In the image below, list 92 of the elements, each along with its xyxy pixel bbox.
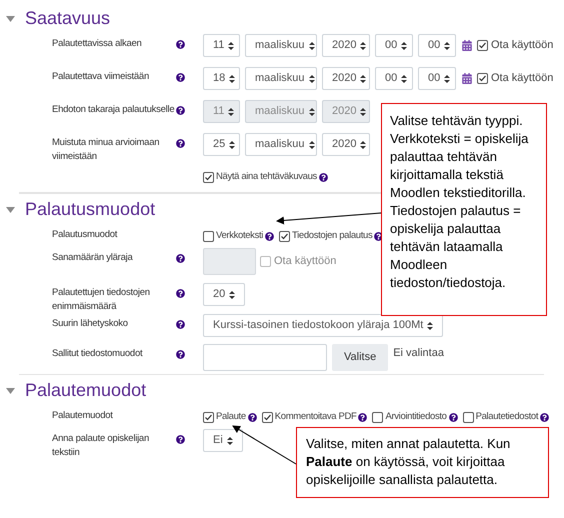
- caret-icon: [401, 42, 408, 50]
- help-icon[interactable]: [176, 435, 185, 444]
- callout-note: Valitse, miten annat palautetta. Kun Palaute on käytössä, voit kirjoittaa opiskelijoille sanallista palautetta.: [296, 427, 549, 498]
- collapse-caret-icon[interactable]: [6, 16, 15, 22]
- field-label: Palautemuodot: [52, 410, 113, 421]
- caret-icon: [228, 42, 234, 50]
- checkbox-label: Tiedostojen palautus: [292, 229, 372, 243]
- caret-icon: [308, 42, 315, 50]
- section-heading[interactable]: Saatavuus: [25, 5, 110, 32]
- dropdown[interactable]: 20: [203, 283, 246, 306]
- arrow: [232, 425, 296, 464]
- checkbox[interactable]: [372, 412, 384, 423]
- checkbox-label: Ota käyttöön: [491, 71, 554, 86]
- field-label: Palautettujen tiedostojen enimmäismäärä: [52, 287, 150, 312]
- help-icon[interactable]: [248, 412, 257, 422]
- caret-icon: [360, 140, 366, 148]
- help-icon[interactable]: [176, 289, 185, 298]
- field-label: Muistuta minua arvioimaan viimeistään: [52, 137, 160, 162]
- collapse-caret-icon[interactable]: [6, 388, 15, 394]
- dropdown[interactable]: 00: [375, 67, 413, 90]
- calendar-icon[interactable]: [462, 40, 472, 51]
- caret-icon: [360, 42, 366, 50]
- checkbox[interactable]: [203, 412, 214, 423]
- caret-icon: [229, 290, 236, 298]
- help-icon[interactable]: [176, 73, 185, 82]
- checkbox-label: Arviointitiedosto: [385, 410, 447, 424]
- select-button[interactable]: Valitse: [332, 344, 388, 371]
- caret-icon: [427, 322, 434, 330]
- dropdown[interactable]: 00: [375, 34, 413, 57]
- dropdown[interactable]: 25: [203, 133, 240, 156]
- checkbox[interactable]: [203, 230, 214, 242]
- dropdown[interactable]: maaliskuu: [245, 34, 317, 57]
- section-heading[interactable]: Palautemuodot: [25, 377, 146, 404]
- checkbox[interactable]: [462, 412, 474, 423]
- help-icon[interactable]: [358, 412, 368, 422]
- caret-icon: [444, 42, 450, 50]
- checkbox-label: Palaute: [216, 410, 246, 424]
- dropdown[interactable]: maaliskuu: [245, 133, 317, 156]
- checkbox-label: Palautetiedostot: [476, 410, 538, 424]
- caret-icon: [308, 74, 315, 82]
- help-icon[interactable]: [176, 350, 185, 359]
- field-label: Anna palaute opiskelijan tekstiin: [52, 433, 149, 458]
- selection-note: Ei valintaa: [393, 346, 444, 361]
- field-label: Palautusmuodot: [52, 229, 118, 240]
- dropdown[interactable]: Ei: [203, 429, 243, 452]
- checkbox-label: Ota käyttöön: [491, 38, 554, 54]
- input-field[interactable]: [203, 344, 327, 371]
- help-icon[interactable]: [176, 139, 185, 148]
- help-icon[interactable]: [540, 412, 550, 422]
- field-label: Palautettava viimeistään: [52, 71, 149, 82]
- dropdown[interactable]: 2020: [322, 67, 370, 90]
- checkbox[interactable]: [203, 172, 214, 183]
- help-icon[interactable]: [176, 40, 185, 49]
- caret-icon: [229, 74, 236, 82]
- checkbox[interactable]: [477, 40, 488, 51]
- caret-icon: [308, 140, 315, 148]
- caret-icon: [228, 108, 234, 116]
- checkbox-label: Näytä aina tehtäväkuvaus: [216, 170, 317, 184]
- callout-note: Valitse tehtävän tyyppi. Verkkoteksti = opiskelija palauttaa tehtävän kirjoittamalla tekstiä Moodlen tekstieditorilla. Tiedostojen palautus = opiskelija palauttaa tehtävän lataamalla Moodleen tiedoston/tiedostoja.: [381, 103, 547, 316]
- help-icon[interactable]: [448, 412, 458, 422]
- checkbox[interactable]: [477, 73, 488, 84]
- help-icon[interactable]: [176, 320, 185, 329]
- caret-icon: [360, 74, 366, 82]
- caret-icon: [229, 140, 236, 148]
- section-heading[interactable]: Palautusmuodot: [25, 196, 156, 223]
- caret-icon: [308, 108, 315, 116]
- dropdown[interactable]: 00: [418, 34, 456, 57]
- field-label: Sanamäärän yläraja: [52, 252, 133, 263]
- caret-icon: [226, 436, 233, 444]
- checkbox[interactable]: [279, 230, 290, 242]
- help-icon[interactable]: [265, 232, 274, 241]
- checkbox-label: Kommentoitava PDF: [274, 410, 356, 424]
- checkbox[interactable]: [262, 412, 273, 423]
- dropdown[interactable]: Kurssi-tasoinen tiedostokoon yläraja 100Mt: [203, 314, 444, 337]
- caret-icon: [401, 74, 408, 82]
- field-label: Suurin lähetyskoko: [52, 318, 128, 329]
- dropdown[interactable]: maaliskuu: [245, 67, 317, 90]
- field-label: Sallitut tiedostomuodot: [52, 348, 142, 359]
- dropdown[interactable]: 00: [418, 67, 456, 90]
- caret-icon: [360, 108, 366, 116]
- field-label: Palautettavissa alkaen: [52, 38, 142, 49]
- dropdown[interactable]: 2020: [322, 133, 370, 156]
- field-label: Ehdoton takaraja palautukselle: [52, 104, 174, 115]
- help-icon[interactable]: [318, 172, 328, 182]
- dropdown[interactable]: 18: [203, 67, 240, 90]
- collapse-caret-icon[interactable]: [6, 206, 15, 212]
- calendar-icon[interactable]: [462, 73, 472, 84]
- dropdown[interactable]: 11: [203, 34, 240, 57]
- checkbox-label: Ota käyttöön: [274, 254, 336, 270]
- checkbox-label: Verkkoteksti: [216, 229, 264, 243]
- dropdown[interactable]: 2020: [322, 34, 370, 57]
- caret-icon: [444, 74, 450, 82]
